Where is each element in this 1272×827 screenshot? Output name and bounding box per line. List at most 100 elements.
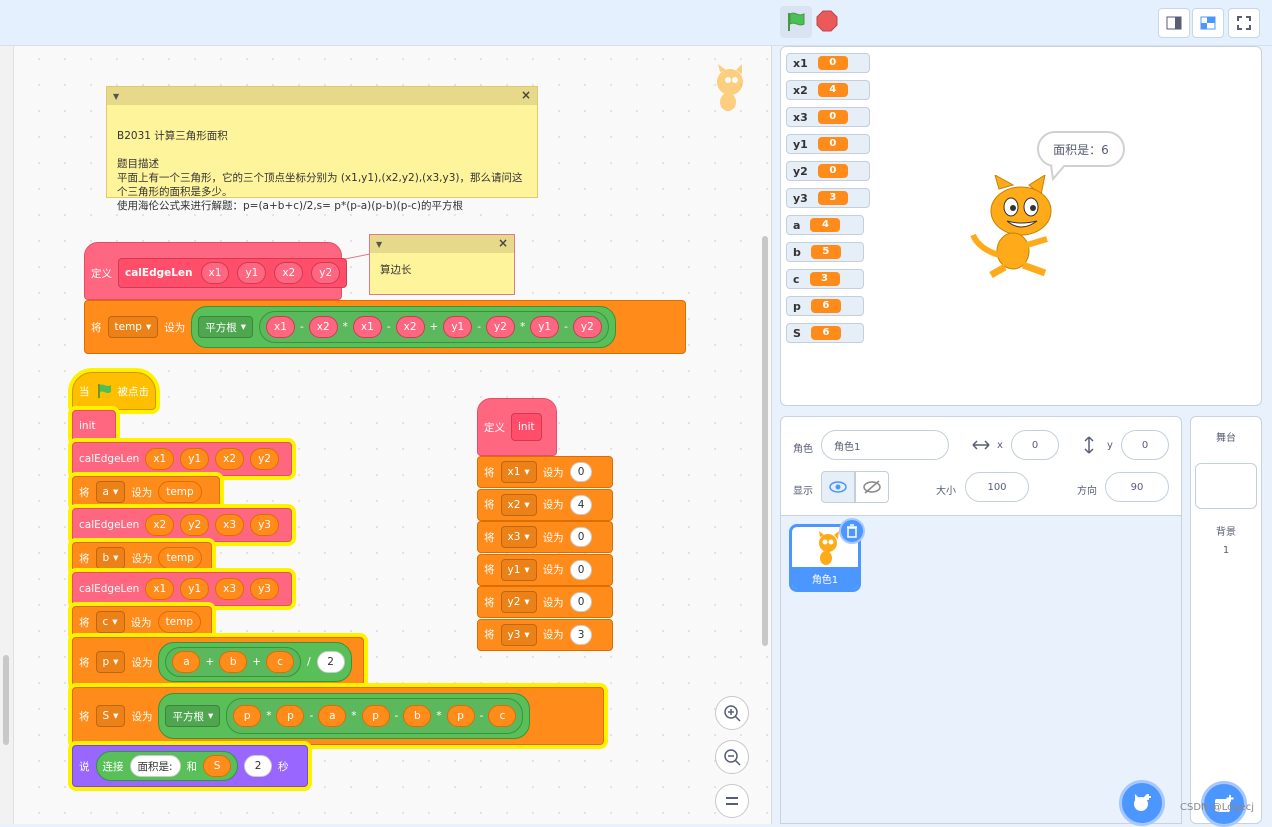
fullscreen-button[interactable] [1228,8,1260,38]
secs-input[interactable]: 2 [244,755,273,777]
set-var-block[interactable]: 将 b ▾ 设为 temp [72,542,212,574]
set-var-block[interactable]: 将 c ▾ 设为 temp [72,606,212,638]
var-a[interactable]: a [172,651,201,673]
delete-sprite-button[interactable] [839,518,865,544]
variable-monitor[interactable]: a4 [786,215,864,235]
var-c[interactable]: c [266,651,295,673]
var-dropdown[interactable]: x2 ▾ [500,493,537,516]
var-x1[interactable]: x1 [352,316,382,338]
var-dropdown[interactable]: b ▾ [95,547,126,569]
define-init-block[interactable]: 定义 init [477,398,557,456]
show-hidden-button[interactable] [855,471,889,503]
number-input[interactable]: 3 [569,624,593,645]
number-input[interactable]: 4 [569,494,593,515]
show-visible-button[interactable] [821,471,855,503]
var-s[interactable]: S [203,755,232,777]
stage-panel[interactable]: 舞台 背景 1 [1190,416,1262,827]
var-dropdown[interactable]: c ▾ [95,611,125,633]
param-x2[interactable]: x2 [274,262,304,284]
variable-monitor[interactable]: x3 0 [786,107,870,127]
arg-var[interactable]: x3 [215,578,245,600]
number-input[interactable]: 0 [569,592,593,612]
variable-monitor[interactable]: x1 0 [786,53,870,73]
large-stage-button[interactable] [1192,8,1224,38]
arg-var[interactable]: y2 [180,514,210,536]
number-input[interactable]: 0 [569,527,593,547]
var-x2[interactable]: x2 [395,316,425,338]
var-c[interactable]: c [488,705,517,727]
caledgelen-call-block[interactable]: calEdgeLen x1 y1 x2 y2 [72,442,292,476]
workspace-scrollbar[interactable] [762,236,768,646]
var-b[interactable]: b [403,705,432,727]
palette-scrollbar[interactable] [3,655,9,745]
arg-var[interactable]: y3 [250,514,279,536]
caledgelen-call-block[interactable]: calEdgeLen x2 y2 x3 y3 [72,508,292,542]
var-a[interactable]: a [318,705,347,727]
var-dropdown[interactable]: y1 ▾ [500,558,537,581]
variable-monitor[interactable]: b5 [786,242,864,262]
var-dropdown[interactable]: a ▾ [95,481,126,503]
sum-reporter[interactable]: a + b + c [165,647,302,677]
param-y1[interactable]: y1 [237,262,267,284]
var-x2[interactable]: x2 [308,316,338,338]
y-field[interactable]: 0 [1121,430,1169,460]
divide-reporter[interactable]: a + b + c / 2 [158,642,352,682]
var-p[interactable]: p [233,705,262,727]
stage[interactable]: x1 0 x2 4 x3 0 y1 0 y2 0 y3 3 a 4 b 5 c 3 p 6 S 6 面积是：6 [780,46,1262,406]
set-var-block[interactable]: 将 y1 ▾ 设为 0 [477,553,613,586]
math-expression[interactable]: p * p - a * p - b * p - c [226,698,524,734]
variable-monitor[interactable]: y2 0 [786,161,870,181]
comment-edge[interactable]: ▼ × 算边长 [369,234,515,295]
var-y1[interactable]: y1 [443,316,473,338]
small-stage-button[interactable] [1158,8,1190,38]
var-dropdown[interactable]: S ▾ [95,705,126,727]
math-fn-dropdown[interactable]: 平方根 ▾ [165,705,221,727]
arg-var[interactable]: y2 [250,448,279,470]
var-x1[interactable]: x1 [266,316,295,338]
var-temp[interactable]: temp [158,481,202,503]
var-b[interactable]: b [219,651,248,673]
arg-var[interactable]: y1 [180,578,210,600]
comment-header[interactable]: ▼ × [107,87,537,105]
set-s-block[interactable]: 将 S ▾ 设为 平方根 ▾ p * p - a * p - b * p - c [72,687,604,745]
comment-header[interactable]: ▼ × [370,235,514,253]
var-y1[interactable]: y1 [530,316,560,338]
set-var-block[interactable]: 将 x2 ▾ 设为 4 [477,488,613,521]
var-dropdown[interactable]: temp ▾ [107,316,159,338]
arg-var[interactable]: x2 [145,514,175,536]
var-dropdown[interactable]: x3 ▾ [500,526,537,548]
variable-monitor[interactable]: y3 3 [786,188,870,208]
sqrt-reporter[interactable]: 平方根 ▾ x1- x2 * x1- x2 + y1- y2 * y1- y2 [191,306,616,348]
set-var-block[interactable]: 将 y2 ▾ 设为 0 [477,586,613,618]
param-y2[interactable]: y2 [311,262,341,284]
set-var-block[interactable]: 将 x3 ▾ 设为 0 [477,521,613,553]
text-input[interactable]: 面积是: [129,755,181,777]
variable-monitor[interactable]: S6 [786,323,864,343]
say-block[interactable]: 说 连接 面积是: 和 S 2 秒 [72,745,308,787]
join-reporter[interactable]: 连接 面积是: 和 S [95,751,239,781]
zoom-out-button[interactable] [715,740,749,774]
var-y2[interactable]: y2 [486,316,515,338]
direction-field[interactable]: 90 [1105,472,1169,502]
sqrt-reporter[interactable]: 平方根 ▾ p * p - a * p - b * p - c [158,693,531,739]
var-p[interactable]: p [276,705,305,727]
param-x1[interactable]: x1 [200,262,230,284]
size-field[interactable]: 100 [965,472,1029,502]
set-var-block[interactable]: 将 y3 ▾ 设为 3 [477,618,613,651]
when-flag-clicked-block[interactable]: 当 被点击 [72,372,156,410]
set-var-block[interactable]: 将 x1 ▾ 设为 0 [477,456,613,488]
define-caledgelen-block[interactable]: 定义 calEdgeLen x1 y1 x2 y2 [84,242,348,300]
init-call-block[interactable]: init [72,410,116,442]
var-y2[interactable]: y2 [572,316,602,338]
caledgelen-call-block[interactable]: calEdgeLen x1 y1 x3 y3 [72,572,292,606]
green-flag-button[interactable] [780,6,812,38]
arg-var[interactable]: y1 [180,448,210,470]
number-input[interactable]: 2 [316,651,345,673]
close-icon[interactable]: × [498,236,508,250]
collapse-icon[interactable]: ▼ [376,240,382,249]
choose-sprite-button[interactable] [1119,780,1165,826]
arg-var[interactable]: x3 [215,514,245,536]
number-input[interactable]: 0 [569,462,593,482]
zoom-reset-button[interactable] [715,784,749,818]
var-temp[interactable]: temp [158,547,202,569]
